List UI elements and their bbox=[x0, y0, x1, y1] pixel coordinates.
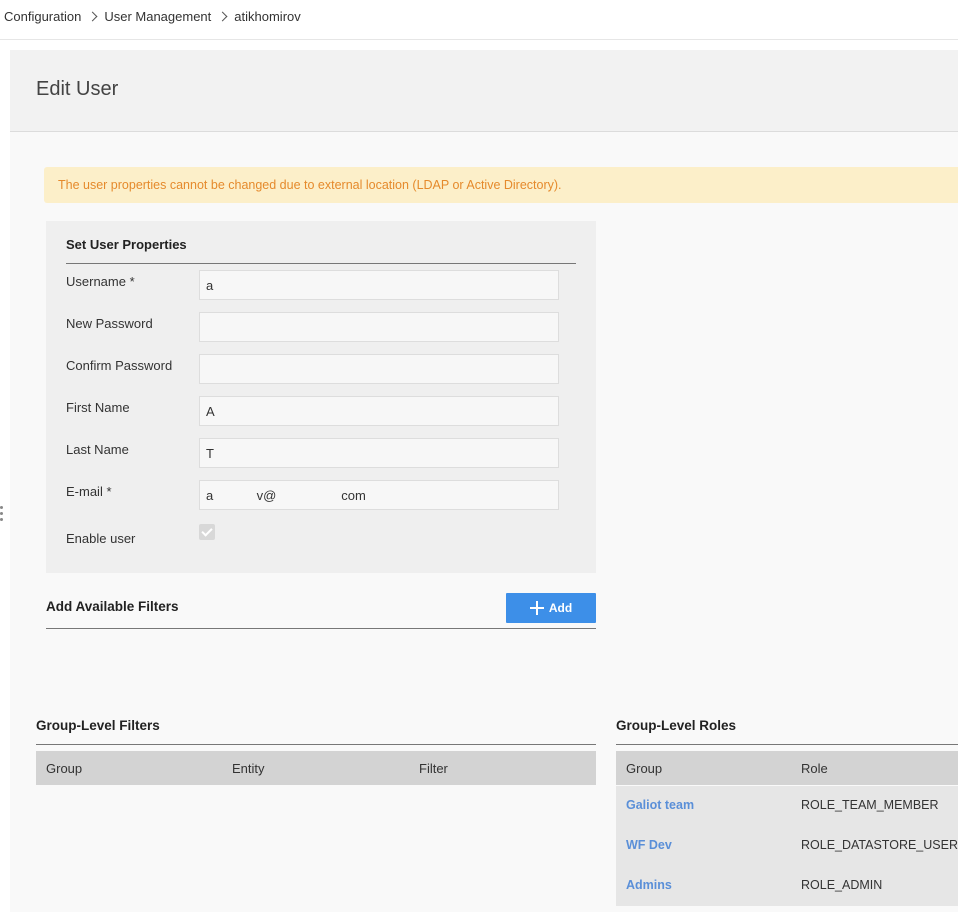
table-row: Galiot team ROLE_TEAM_MEMBER bbox=[616, 786, 958, 826]
column-header-group[interactable]: Group bbox=[46, 761, 82, 776]
plus-icon bbox=[529, 601, 544, 615]
table-row: WF Dev ROLE_DATASTORE_USER bbox=[616, 826, 958, 866]
add-button-label: Add bbox=[548, 601, 573, 615]
username-label: Username * bbox=[66, 274, 135, 289]
confirm-password-label: Confirm Password bbox=[66, 358, 173, 373]
enable-user-label: Enable user bbox=[66, 531, 136, 546]
sidebar-collapse-handle[interactable] bbox=[0, 40, 10, 912]
divider bbox=[616, 744, 958, 745]
drag-handle-icon bbox=[0, 506, 4, 524]
group-link[interactable]: WF Dev bbox=[626, 838, 672, 852]
column-header-entity[interactable]: Entity bbox=[232, 761, 265, 776]
breadcrumb: Configuration User Management atikhomiro… bbox=[0, 0, 958, 40]
breadcrumb-current-user: atikhomirov bbox=[234, 9, 301, 24]
new-password-row: New Password bbox=[66, 312, 559, 342]
divider bbox=[66, 263, 576, 264]
first-name-row: First Name bbox=[66, 396, 559, 426]
role-value: ROLE_TEAM_MEMBER bbox=[801, 798, 939, 812]
enable-user-checkbox[interactable] bbox=[199, 524, 215, 540]
chevron-right-icon bbox=[217, 11, 228, 22]
group-filters-table-header: Group Entity Filter bbox=[36, 751, 596, 785]
email-field[interactable] bbox=[199, 480, 559, 510]
breadcrumb-configuration[interactable]: Configuration bbox=[4, 9, 81, 24]
last-name-input[interactable] bbox=[199, 438, 559, 468]
add-filter-button[interactable]: Add bbox=[506, 593, 596, 623]
username-input[interactable] bbox=[199, 270, 559, 300]
username-row: Username * bbox=[66, 270, 559, 300]
enable-user-row: Enable user bbox=[66, 522, 558, 552]
email-label: E-mail * bbox=[66, 484, 112, 499]
last-name-row: Last Name bbox=[66, 438, 559, 468]
external-location-warning: The user properties cannot be changed du… bbox=[44, 167, 958, 203]
available-filters-section: Add Available Filters Add bbox=[46, 593, 596, 629]
email-row: E-mail * bbox=[66, 480, 559, 510]
last-name-label: Last Name bbox=[66, 442, 129, 457]
divider bbox=[36, 744, 596, 745]
group-roles-table-body: Galiot team ROLE_TEAM_MEMBER WF Dev ROLE… bbox=[616, 786, 958, 906]
panel-header: Edit User bbox=[10, 50, 958, 132]
group-roles-title: Group-Level Roles bbox=[616, 718, 737, 733]
user-properties-form: Set User Properties Username * New Passw… bbox=[46, 221, 596, 573]
confirm-password-input[interactable] bbox=[199, 354, 559, 384]
edit-user-panel: Edit User The user properties cannot be … bbox=[10, 50, 958, 912]
group-link[interactable]: Galiot team bbox=[626, 798, 694, 812]
role-value: ROLE_ADMIN bbox=[801, 878, 883, 892]
group-filters-title: Group-Level Filters bbox=[36, 718, 160, 733]
user-properties-title: Set User Properties bbox=[66, 237, 187, 252]
first-name-label: First Name bbox=[66, 400, 130, 415]
new-password-label: New Password bbox=[66, 316, 153, 331]
column-header-group[interactable]: Group bbox=[626, 761, 662, 776]
group-roles-table-header: Group Role bbox=[616, 751, 958, 785]
first-name-input[interactable] bbox=[199, 396, 559, 426]
table-row: Admins ROLE_ADMIN bbox=[616, 866, 958, 906]
chevron-right-icon bbox=[87, 11, 98, 22]
new-password-input[interactable] bbox=[199, 312, 559, 342]
page-title: Edit User bbox=[36, 78, 119, 100]
role-value: ROLE_DATASTORE_USER bbox=[801, 838, 958, 852]
column-header-role[interactable]: Role bbox=[801, 761, 828, 776]
group-link[interactable]: Admins bbox=[626, 878, 672, 892]
column-header-filter[interactable]: Filter bbox=[419, 761, 448, 776]
breadcrumb-user-management[interactable]: User Management bbox=[104, 9, 211, 24]
confirm-password-row: Confirm Password bbox=[66, 354, 559, 384]
available-filters-title: Add Available Filters bbox=[46, 599, 179, 614]
